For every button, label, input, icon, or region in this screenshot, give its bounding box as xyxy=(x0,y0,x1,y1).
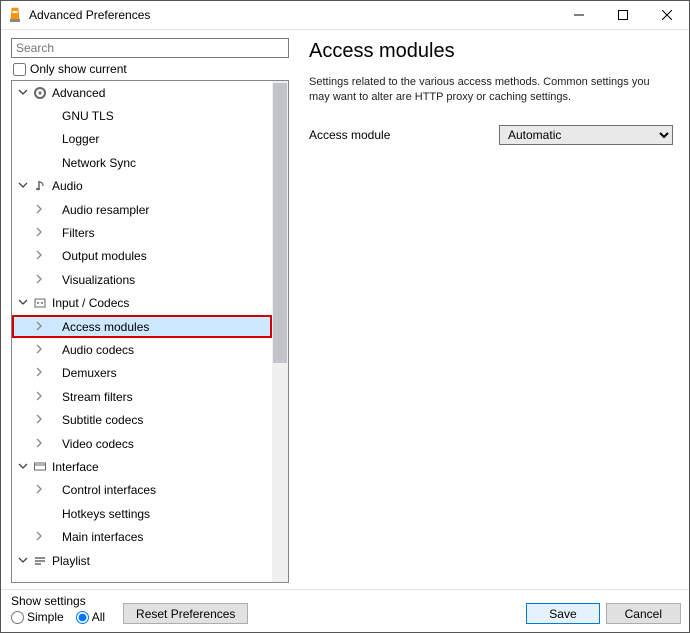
cancel-button[interactable]: Cancel xyxy=(606,603,681,624)
chevron-down-icon[interactable] xyxy=(16,460,30,474)
tree-item-audio-codecs[interactable]: Audio codecs xyxy=(12,338,272,361)
tree-item-label: Audio xyxy=(52,179,83,193)
tree-item-stream-filters[interactable]: Stream filters xyxy=(12,385,272,408)
tree-item-advanced[interactable]: Advanced xyxy=(12,81,272,104)
show-settings-block: Show settings Simple All xyxy=(11,594,113,624)
tree-item-label: Video codecs xyxy=(62,437,134,451)
tree-item-filters[interactable]: Filters xyxy=(12,221,272,244)
detail-description: Settings related to the various access m… xyxy=(309,75,673,105)
tree-item-hotkeys-settings[interactable]: Hotkeys settings xyxy=(12,502,272,525)
audio-icon xyxy=(32,178,48,194)
only-show-current-label[interactable]: Only show current xyxy=(30,62,127,76)
only-show-current-checkbox[interactable] xyxy=(13,63,26,76)
chevron-down-icon[interactable] xyxy=(16,86,30,100)
tree-item-output-modules[interactable]: Output modules xyxy=(12,245,272,268)
detail-pane: Access modules Settings related to the v… xyxy=(293,30,689,589)
tree-item-label: Hotkeys settings xyxy=(62,507,150,521)
search-input[interactable] xyxy=(11,38,289,58)
simple-radio-label[interactable]: Simple xyxy=(11,610,64,624)
tree-item-label: Visualizations xyxy=(62,273,135,287)
tree-item-label: Demuxers xyxy=(62,366,117,380)
save-button[interactable]: Save xyxy=(526,603,599,624)
tree-item-label: Audio resampler xyxy=(62,203,149,217)
tree-item-main-interfaces[interactable]: Main interfaces xyxy=(12,525,272,548)
interface-icon xyxy=(32,459,48,475)
tree-item-label: Playlist xyxy=(52,554,90,568)
chevron-right-icon[interactable] xyxy=(32,390,46,404)
tree-item-subtitle-codecs[interactable]: Subtitle codecs xyxy=(12,408,272,431)
chevron-right-icon[interactable] xyxy=(32,203,46,217)
tree-item-label: Logger xyxy=(62,132,99,146)
tree-item-audio[interactable]: Audio xyxy=(12,175,272,198)
tree-item-label: Audio codecs xyxy=(62,343,134,357)
reset-preferences-button[interactable]: Reset Preferences xyxy=(123,603,248,624)
tree-item-demuxers[interactable]: Demuxers xyxy=(12,362,272,385)
chevron-right-icon[interactable] xyxy=(32,249,46,263)
titlebar: Advanced Preferences xyxy=(1,1,689,30)
tree-item-audio-resampler[interactable]: Audio resampler xyxy=(12,198,272,221)
chevron-down-icon[interactable] xyxy=(16,179,30,193)
playlist-icon xyxy=(32,553,48,569)
minimize-button[interactable] xyxy=(557,1,601,29)
chevron-right-icon[interactable] xyxy=(32,437,46,451)
tree-item-control-interfaces[interactable]: Control interfaces xyxy=(12,479,272,502)
window-controls xyxy=(557,1,689,29)
tree-scrollbar[interactable] xyxy=(272,81,288,582)
chevron-right-icon[interactable] xyxy=(32,320,46,334)
chevron-right-icon[interactable] xyxy=(32,366,46,380)
tree-item-label: Advanced xyxy=(52,86,105,100)
app-icon xyxy=(7,7,23,23)
tree-item-label: Input / Codecs xyxy=(52,296,129,310)
tree-item-access-modules[interactable]: Access modules xyxy=(12,315,272,338)
footer: Show settings Simple All Reset Preferenc… xyxy=(1,589,689,632)
chevron-right-icon[interactable] xyxy=(32,530,46,544)
detail-heading: Access modules xyxy=(309,40,673,63)
chevron-right-icon[interactable] xyxy=(32,483,46,497)
left-pane: Only show current Advanced GNU TLS Logger N… xyxy=(1,30,293,589)
access-module-select[interactable]: Automatic xyxy=(499,125,673,145)
chevron-right-icon[interactable] xyxy=(32,273,46,287)
tree-item-label: Subtitle codecs xyxy=(62,413,143,427)
only-show-current-row: Only show current xyxy=(13,62,289,76)
content-area: Only show current Advanced GNU TLS Logger N… xyxy=(1,30,689,589)
tree-item-network-sync[interactable]: Network Sync xyxy=(12,151,272,174)
access-module-label: Access module xyxy=(309,128,499,142)
tree-item-interface[interactable]: Interface xyxy=(12,455,272,478)
tree-item-label: Control interfaces xyxy=(62,483,156,497)
tree-item-label: Filters xyxy=(62,226,95,240)
chevron-down-icon[interactable] xyxy=(16,296,30,310)
chevron-right-icon[interactable] xyxy=(32,226,46,240)
codec-icon xyxy=(32,295,48,311)
window-title: Advanced Preferences xyxy=(29,8,557,22)
category-tree: Advanced GNU TLS Logger Network Sync Audio Au… xyxy=(11,80,289,583)
all-radio-label[interactable]: All xyxy=(76,610,105,624)
tree-item-video-codecs[interactable]: Video codecs xyxy=(12,432,272,455)
close-button[interactable] xyxy=(645,1,689,29)
chevron-down-icon[interactable] xyxy=(16,554,30,568)
tree-item-label: Network Sync xyxy=(62,156,136,170)
all-radio[interactable] xyxy=(76,611,89,624)
tree-item-label: Main interfaces xyxy=(62,530,143,544)
maximize-button[interactable] xyxy=(601,1,645,29)
tree-item-label: Interface xyxy=(52,460,99,474)
tree-item-gnu-tls[interactable]: GNU TLS xyxy=(12,104,272,127)
chevron-right-icon[interactable] xyxy=(32,343,46,357)
tree-item-label: Stream filters xyxy=(62,390,133,404)
gear-icon xyxy=(32,85,48,101)
tree-item-label: Output modules xyxy=(62,249,147,263)
show-settings-label: Show settings xyxy=(11,594,113,608)
tree-item-logger[interactable]: Logger xyxy=(12,128,272,151)
tree-item-visualizations[interactable]: Visualizations xyxy=(12,268,272,291)
tree-item-label: GNU TLS xyxy=(62,109,114,123)
access-module-row: Access module Automatic xyxy=(309,125,673,145)
simple-radio[interactable] xyxy=(11,611,24,624)
tree-item-label: Access modules xyxy=(62,320,149,334)
tree-item-playlist[interactable]: Playlist xyxy=(12,549,272,572)
chevron-right-icon[interactable] xyxy=(32,413,46,427)
preferences-window: Advanced Preferences Only show current A… xyxy=(0,0,690,633)
tree-item-input-codecs[interactable]: Input / Codecs xyxy=(12,292,272,315)
tree-scrollbar-thumb[interactable] xyxy=(273,83,287,363)
